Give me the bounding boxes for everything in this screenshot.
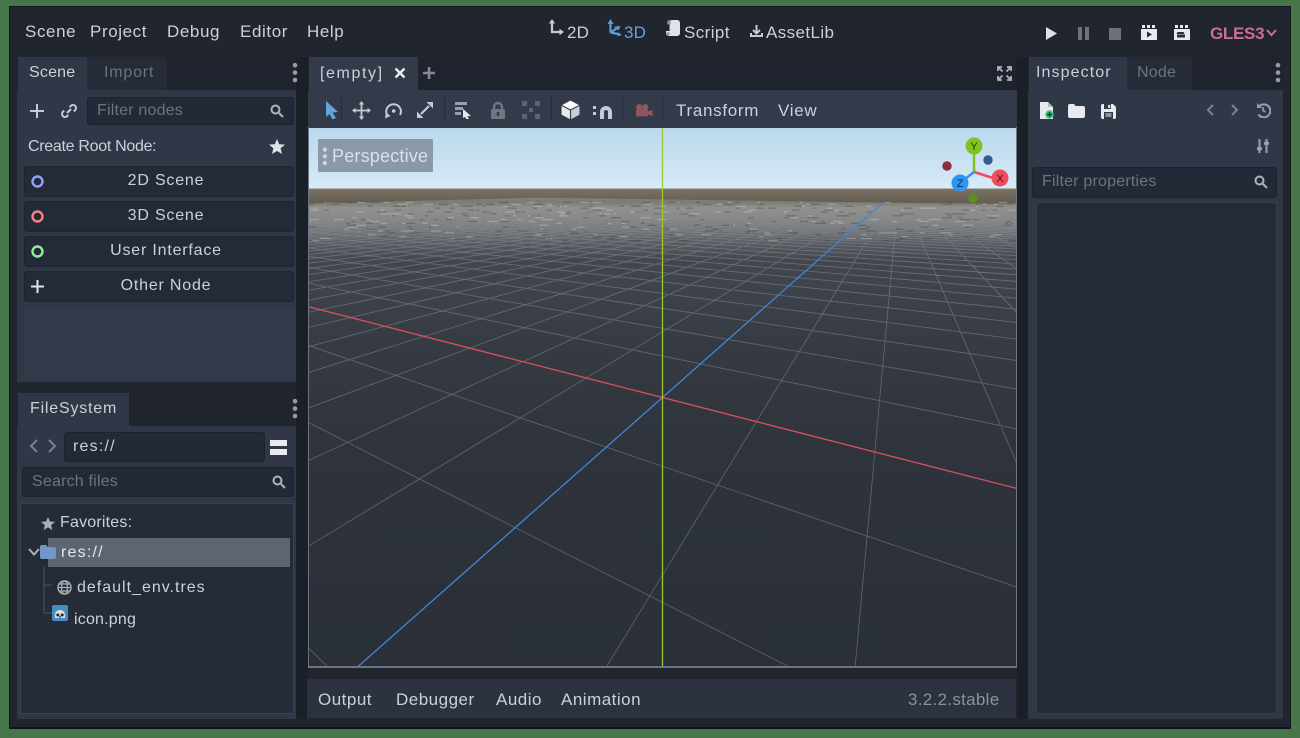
svg-text:X: X (996, 173, 1004, 185)
svg-text:Y: Y (970, 141, 978, 153)
svg-text:Z: Z (957, 178, 964, 190)
